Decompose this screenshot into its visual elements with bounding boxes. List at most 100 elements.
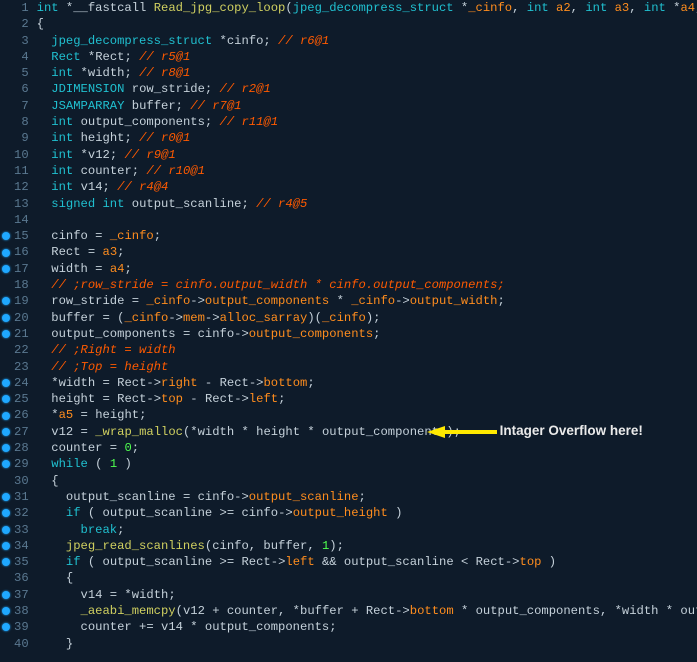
gutter-row[interactable]: 10: [2, 147, 29, 163]
gutter-row[interactable]: 38: [2, 603, 29, 619]
gutter-row[interactable]: 34: [2, 538, 29, 554]
breakpoint-icon[interactable]: [2, 232, 10, 240]
code-line[interactable]: int v14; // r4@4: [37, 179, 697, 195]
code-line[interactable]: // ;Right = width: [37, 342, 697, 358]
gutter-row[interactable]: 12: [2, 179, 29, 195]
breakpoint-icon[interactable]: [2, 395, 10, 403]
gutter-row[interactable]: 31: [2, 489, 29, 505]
breakpoint-icon[interactable]: [2, 249, 10, 257]
gutter-row[interactable]: 9: [2, 130, 29, 146]
gutter-row[interactable]: 14: [2, 212, 29, 228]
gutter-row[interactable]: 20: [2, 310, 29, 326]
code-line[interactable]: counter += v14 * output_components;: [37, 619, 697, 635]
gutter-row[interactable]: 30: [2, 473, 29, 489]
code-line[interactable]: {: [37, 570, 697, 586]
code-line[interactable]: int *__fastcall Read_jpg_copy_loop(jpeg_…: [37, 0, 697, 16]
code-line[interactable]: if ( output_scanline >= cinfo->output_he…: [37, 505, 697, 521]
code-line[interactable]: *a5 = height;: [37, 407, 697, 423]
code-line[interactable]: v14 = *width;: [37, 587, 697, 603]
code-line[interactable]: {: [37, 16, 697, 32]
code-line[interactable]: _aeabi_memcpy(v12 + counter, *buffer + R…: [37, 603, 697, 619]
breakpoint-icon[interactable]: [2, 314, 10, 322]
gutter-row[interactable]: 32: [2, 505, 29, 521]
breakpoint-icon[interactable]: [2, 297, 10, 305]
breakpoint-icon[interactable]: [2, 558, 10, 566]
code-line[interactable]: row_stride = _cinfo->output_components *…: [37, 293, 697, 309]
code-line[interactable]: break;: [37, 522, 697, 538]
code-line[interactable]: int *v12; // r9@1: [37, 147, 697, 163]
code-line[interactable]: Rect *Rect; // r5@1: [37, 49, 697, 65]
gutter-row[interactable]: 11: [2, 163, 29, 179]
gutter-row[interactable]: 40: [2, 636, 29, 652]
gutter-row[interactable]: 37: [2, 587, 29, 603]
gutter-row[interactable]: 15: [2, 228, 29, 244]
code-line[interactable]: while ( 1 ): [37, 456, 697, 472]
gutter-row[interactable]: 4: [2, 49, 29, 65]
breakpoint-icon[interactable]: [2, 542, 10, 550]
gutter-row[interactable]: 21: [2, 326, 29, 342]
code-line[interactable]: jpeg_read_scanlines(cinfo, buffer, 1);: [37, 538, 697, 554]
code-line[interactable]: output_scanline = cinfo->output_scanline…: [37, 489, 697, 505]
gutter-row[interactable]: 24: [2, 375, 29, 391]
gutter-row[interactable]: 7: [2, 98, 29, 114]
code-line[interactable]: signed int output_scanline; // r4@5: [37, 196, 697, 212]
code-line[interactable]: int *width; // r8@1: [37, 65, 697, 81]
gutter-row[interactable]: 5: [2, 65, 29, 81]
gutter-row[interactable]: 13: [2, 196, 29, 212]
gutter-row[interactable]: 2: [2, 16, 29, 32]
code-line[interactable]: JSAMPARRAY buffer; // r7@1: [37, 98, 697, 114]
breakpoint-icon[interactable]: [2, 428, 10, 436]
gutter-row[interactable]: 17: [2, 261, 29, 277]
gutter-row[interactable]: 39: [2, 619, 29, 635]
code-line[interactable]: buffer = (_cinfo->mem->alloc_sarray)(_ci…: [37, 310, 697, 326]
gutter-row[interactable]: 27: [2, 424, 29, 440]
gutter-row[interactable]: 33: [2, 522, 29, 538]
breakpoint-icon[interactable]: [2, 623, 10, 631]
gutter-row[interactable]: 36: [2, 570, 29, 586]
code-line[interactable]: output_components = cinfo->output_compon…: [37, 326, 697, 342]
code-line[interactable]: JDIMENSION row_stride; // r2@1: [37, 81, 697, 97]
code-line[interactable]: *width = Rect->right - Rect->bottom;: [37, 375, 697, 391]
code-line[interactable]: counter = 0;: [37, 440, 697, 456]
breakpoint-icon[interactable]: [2, 509, 10, 517]
code-line[interactable]: Rect = a3;: [37, 244, 697, 260]
breakpoint-icon[interactable]: [2, 265, 10, 273]
code-line[interactable]: int output_components; // r11@1: [37, 114, 697, 130]
gutter-row[interactable]: 29: [2, 456, 29, 472]
gutter-row[interactable]: 23: [2, 359, 29, 375]
breakpoint-icon[interactable]: [2, 607, 10, 615]
gutter-row[interactable]: 18: [2, 277, 29, 293]
code-line[interactable]: // ;Top = height: [37, 359, 697, 375]
code-line[interactable]: [37, 212, 697, 228]
gutter-row[interactable]: 19: [2, 293, 29, 309]
code-line[interactable]: int counter; // r10@1: [37, 163, 697, 179]
code-line[interactable]: cinfo = _cinfo;: [37, 228, 697, 244]
code-line[interactable]: if ( output_scanline >= Rect->left && ou…: [37, 554, 697, 570]
code-line[interactable]: jpeg_decompress_struct *cinfo; // r6@1: [37, 33, 697, 49]
breakpoint-icon[interactable]: [2, 330, 10, 338]
breakpoint-icon[interactable]: [2, 444, 10, 452]
code-line[interactable]: }: [37, 636, 697, 652]
gutter-row[interactable]: 16: [2, 244, 29, 260]
code-line[interactable]: width = a4;: [37, 261, 697, 277]
gutter-row[interactable]: 25: [2, 391, 29, 407]
breakpoint-icon[interactable]: [2, 379, 10, 387]
breakpoint-icon[interactable]: [2, 460, 10, 468]
breakpoint-icon[interactable]: [2, 526, 10, 534]
gutter-row[interactable]: 8: [2, 114, 29, 130]
breakpoint-icon[interactable]: [2, 493, 10, 501]
code-line[interactable]: int height; // r0@1: [37, 130, 697, 146]
gutter-row[interactable]: 1: [2, 0, 29, 16]
code-line[interactable]: height = Rect->top - Rect->left;: [37, 391, 697, 407]
gutter-row[interactable]: 26: [2, 407, 29, 423]
code-line[interactable]: v12 = _wrap_malloc(*width * height * out…: [37, 424, 697, 440]
gutter-row[interactable]: 6: [2, 81, 29, 97]
breakpoint-icon[interactable]: [2, 591, 10, 599]
code-area[interactable]: int *__fastcall Read_jpg_copy_loop(jpeg_…: [33, 0, 697, 662]
gutter-row[interactable]: 22: [2, 342, 29, 358]
gutter-row[interactable]: 3: [2, 33, 29, 49]
gutter-row[interactable]: 28: [2, 440, 29, 456]
gutter-row[interactable]: 35: [2, 554, 29, 570]
breakpoint-icon[interactable]: [2, 412, 10, 420]
code-line[interactable]: // ;row_stride = cinfo.output_width * ci…: [37, 277, 697, 293]
